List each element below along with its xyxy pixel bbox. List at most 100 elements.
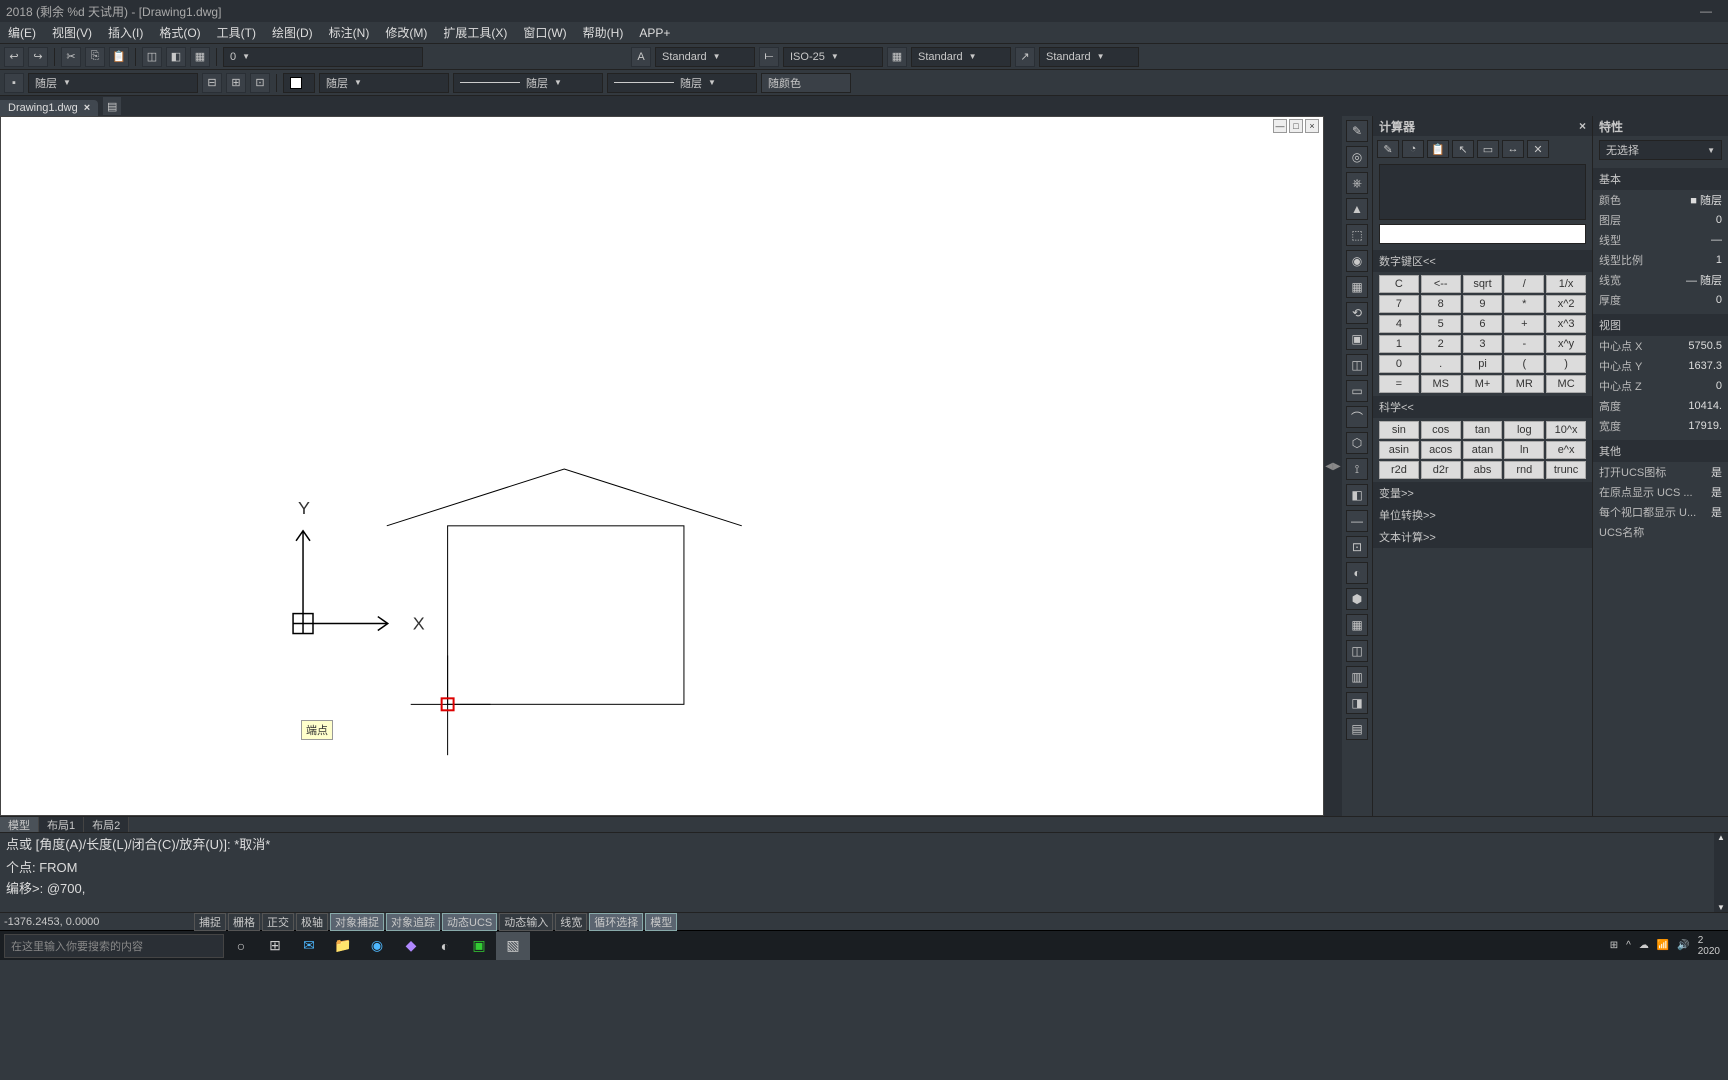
cmd-scrollbar[interactable]: ▲▼ bbox=[1714, 833, 1728, 912]
menu-window[interactable]: 窗口(W) bbox=[515, 24, 574, 41]
property-row[interactable]: UCS名称 bbox=[1593, 522, 1728, 542]
calc-key[interactable]: - bbox=[1504, 335, 1544, 353]
palette-icon[interactable]: ◎ bbox=[1346, 146, 1368, 168]
calc-key[interactable]: 7 bbox=[1379, 295, 1419, 313]
props-section-basic[interactable]: 基本 bbox=[1593, 168, 1728, 190]
calc-key[interactable]: MR bbox=[1504, 375, 1544, 393]
plotstyle-selector[interactable]: 随颜色 bbox=[761, 73, 851, 93]
status-toggle[interactable]: 对象追踪 bbox=[386, 913, 440, 931]
calc-sci-key[interactable]: 10^x bbox=[1546, 421, 1586, 439]
calc-key[interactable]: 8 bbox=[1421, 295, 1461, 313]
calc-key[interactable]: 1/x bbox=[1546, 275, 1586, 293]
property-value[interactable]: 17919. bbox=[1688, 420, 1722, 432]
undo-icon[interactable]: ↩ bbox=[4, 47, 24, 67]
table-style-icon[interactable]: ▦ bbox=[887, 47, 907, 67]
tool-icon[interactable]: ◧ bbox=[166, 47, 186, 67]
property-value[interactable]: 是 bbox=[1711, 464, 1722, 480]
command-window[interactable]: 点或 [角度(A)/长度(L)/闭合(C)/放弃(U)]: *取消* 个点: F… bbox=[0, 832, 1728, 912]
palette-icon[interactable]: ⬡ bbox=[1346, 432, 1368, 454]
mail-icon[interactable]: ✉ bbox=[292, 932, 326, 960]
layer-tool-icon[interactable]: ⊟ bbox=[202, 73, 222, 93]
tool-icon[interactable]: ◫ bbox=[142, 47, 162, 67]
tab-layout2[interactable]: 布局2 bbox=[84, 817, 129, 832]
calc-key[interactable]: x^y bbox=[1546, 335, 1586, 353]
property-row[interactable]: 高度10414. bbox=[1593, 396, 1728, 416]
menu-edit[interactable]: 编(E) bbox=[0, 24, 44, 41]
calc-sci-key[interactable]: cos bbox=[1421, 421, 1461, 439]
calc-key[interactable]: M+ bbox=[1463, 375, 1503, 393]
minimize-button[interactable]: — bbox=[1690, 4, 1722, 18]
property-value[interactable]: — bbox=[1711, 234, 1722, 246]
paste-icon[interactable]: 📋 bbox=[109, 47, 129, 67]
calc-key[interactable]: . bbox=[1421, 355, 1461, 373]
property-value[interactable]: — 随层 bbox=[1686, 272, 1722, 288]
status-toggle[interactable]: 循环选择 bbox=[589, 913, 643, 931]
palette-icon[interactable]: ◐ bbox=[1346, 562, 1368, 584]
cortana-icon[interactable]: ○ bbox=[224, 932, 258, 960]
calc-paste-icon[interactable]: 📋 bbox=[1427, 140, 1449, 158]
property-value[interactable]: 是 bbox=[1711, 484, 1722, 500]
calc-sci-key[interactable]: asin bbox=[1379, 441, 1419, 459]
splitter-grip[interactable]: ◀▶ bbox=[1324, 116, 1342, 816]
calc-sci-header[interactable]: 科学<< bbox=[1373, 396, 1592, 418]
tray-icon[interactable]: ⊞ bbox=[1610, 940, 1618, 951]
tab-model[interactable]: 模型 bbox=[0, 817, 39, 832]
command-input[interactable] bbox=[85, 880, 1722, 895]
taskbar-search[interactable]: 在这里输入你要搜索的内容 bbox=[4, 934, 224, 958]
props-section-other[interactable]: 其他 bbox=[1593, 440, 1728, 462]
property-row[interactable]: 打开UCS图标是 bbox=[1593, 462, 1728, 482]
close-icon[interactable]: × bbox=[1579, 119, 1586, 133]
calc-key[interactable]: 6 bbox=[1463, 315, 1503, 333]
calc-key[interactable]: 9 bbox=[1463, 295, 1503, 313]
calc-sci-key[interactable]: rnd bbox=[1504, 461, 1544, 479]
menu-view[interactable]: 视图(V) bbox=[44, 24, 100, 41]
property-value[interactable]: ■ 随层 bbox=[1690, 192, 1722, 208]
palette-icon[interactable]: ⟲ bbox=[1346, 302, 1368, 324]
calc-key[interactable]: 1 bbox=[1379, 335, 1419, 353]
calc-sci-key[interactable]: log bbox=[1504, 421, 1544, 439]
palette-icon[interactable]: ⬚ bbox=[1346, 224, 1368, 246]
calc-key[interactable]: + bbox=[1504, 315, 1544, 333]
calc-clear-icon[interactable]: ✎ bbox=[1377, 140, 1399, 158]
property-value[interactable]: 10414. bbox=[1688, 400, 1722, 412]
palette-icon[interactable]: ▣ bbox=[1346, 328, 1368, 350]
status-toggle[interactable]: 正交 bbox=[262, 913, 294, 931]
status-toggle[interactable]: 模型 bbox=[645, 913, 677, 931]
property-row[interactable]: 线宽— 随层 bbox=[1593, 270, 1728, 290]
viewport-max-icon[interactable]: □ bbox=[1289, 119, 1303, 133]
calc-key[interactable]: sqrt bbox=[1463, 275, 1503, 293]
palette-icon[interactable]: — bbox=[1346, 510, 1368, 532]
lineweight-selector[interactable]: 随层▼ bbox=[607, 73, 757, 93]
app-icon[interactable]: ◐ bbox=[428, 932, 462, 960]
calc-key[interactable]: C bbox=[1379, 275, 1419, 293]
palette-icon[interactable]: ▭ bbox=[1346, 380, 1368, 402]
calc-key[interactable]: 2 bbox=[1421, 335, 1461, 353]
props-title-bar[interactable]: 特性 bbox=[1593, 116, 1728, 136]
calc-getdist-icon[interactable]: ↔ bbox=[1502, 140, 1524, 158]
calc-close-icon[interactable]: ✕ bbox=[1527, 140, 1549, 158]
palette-icon[interactable]: ▦ bbox=[1346, 276, 1368, 298]
calc-key[interactable]: <-- bbox=[1421, 275, 1461, 293]
color-tool-icon[interactable]: ▪ bbox=[4, 73, 24, 93]
calc-sci-key[interactable]: sin bbox=[1379, 421, 1419, 439]
tray-cloud-icon[interactable]: ☁ bbox=[1639, 940, 1649, 951]
calc-text-header[interactable]: 文本计算>> bbox=[1373, 526, 1592, 548]
mleader-style-selector[interactable]: Standard▼ bbox=[1039, 47, 1139, 67]
viewport-close-icon[interactable]: × bbox=[1305, 119, 1319, 133]
new-tab-icon[interactable]: ▤ bbox=[102, 96, 122, 116]
property-row[interactable]: 中心点 Z0 bbox=[1593, 376, 1728, 396]
calc-key[interactable]: MS bbox=[1421, 375, 1461, 393]
calc-numpad-header[interactable]: 数字键区<< bbox=[1373, 250, 1592, 272]
menu-help[interactable]: 帮助(H) bbox=[575, 24, 632, 41]
menu-dimension[interactable]: 标注(N) bbox=[321, 24, 378, 41]
menu-app[interactable]: APP+ bbox=[631, 26, 678, 40]
palette-icon[interactable]: ▤ bbox=[1346, 718, 1368, 740]
calc-sci-key[interactable]: r2d bbox=[1379, 461, 1419, 479]
calc-sci-key[interactable]: acos bbox=[1421, 441, 1461, 459]
dim-style-selector[interactable]: ISO-25▼ bbox=[783, 47, 883, 67]
layer-selector[interactable]: 0 ▼ bbox=[223, 47, 423, 67]
taskview-icon[interactable]: ⊞ bbox=[258, 932, 292, 960]
calc-key[interactable]: * bbox=[1504, 295, 1544, 313]
menu-draw[interactable]: 绘图(D) bbox=[264, 24, 321, 41]
property-row[interactable]: 宽度17919. bbox=[1593, 416, 1728, 436]
